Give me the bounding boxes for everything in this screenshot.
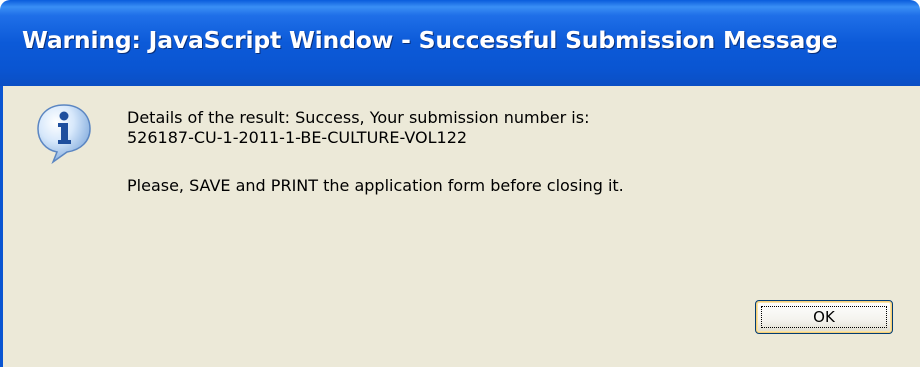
window-title: Warning: JavaScript Window - Successful … [22, 26, 838, 54]
ok-button[interactable]: OK [755, 300, 893, 334]
submission-number: 526187-CU-1-2011-1-BE-CULTURE-VOL122 [127, 128, 468, 147]
info-icon [35, 102, 93, 165]
message-spacer [127, 148, 624, 176]
ok-button-label: OK [813, 308, 835, 326]
message-line-result: Details of the result: Success, Your sub… [127, 108, 590, 127]
dialog-body: Details of the result: Success, Your sub… [0, 86, 920, 367]
dialog-message: Details of the result: Success, Your sub… [127, 108, 624, 196]
dialog-window: Warning: JavaScript Window - Successful … [0, 0, 920, 367]
message-line-instruction: Please, SAVE and PRINT the application f… [127, 176, 624, 195]
title-bar[interactable]: Warning: JavaScript Window - Successful … [0, 0, 920, 86]
